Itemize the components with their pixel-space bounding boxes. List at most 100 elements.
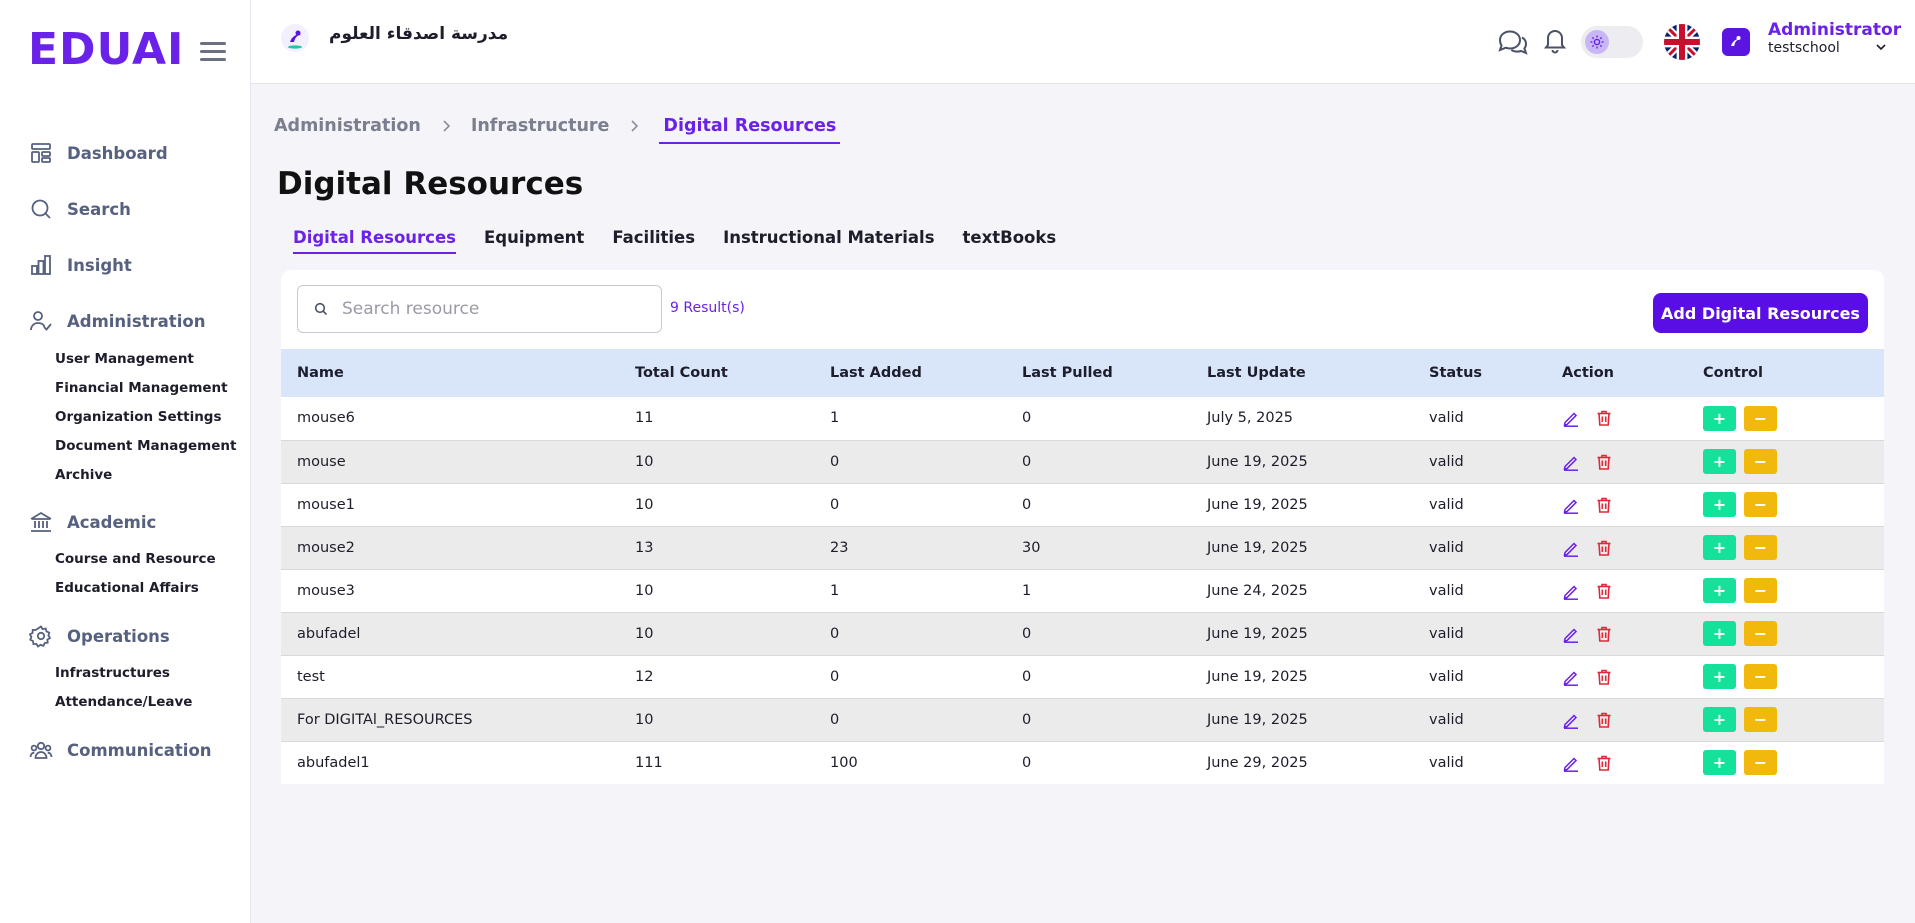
cell-last-update: June 19, 2025	[1207, 453, 1308, 470]
increment-button[interactable]: +	[1703, 664, 1736, 689]
cell-control: + −	[1703, 483, 1884, 526]
search-input[interactable]	[342, 296, 642, 322]
column-header-last-added[interactable]: Last Added	[830, 349, 1022, 397]
column-header-last-update[interactable]: Last Update	[1207, 349, 1429, 397]
cell-total-count: 10	[635, 496, 654, 513]
edit-icon[interactable]	[1562, 539, 1580, 557]
chat-icon[interactable]	[1496, 26, 1530, 58]
edit-icon[interactable]	[1562, 409, 1580, 428]
search-field[interactable]	[297, 285, 662, 333]
decrement-button[interactable]: −	[1744, 664, 1777, 689]
cell-status: valid	[1429, 496, 1464, 513]
menu-toggle-button[interactable]	[200, 42, 226, 62]
delete-icon[interactable]	[1595, 711, 1613, 729]
increment-button[interactable]: +	[1703, 492, 1736, 517]
decrement-button[interactable]: −	[1744, 405, 1777, 431]
cell-total-count: 10	[635, 582, 654, 599]
table-row[interactable]: abufadel 10 0 0 June 19, 2025 valid + −	[281, 612, 1884, 655]
avatar-icon[interactable]	[1722, 28, 1750, 56]
user-name[interactable]: Administrator	[1768, 20, 1901, 40]
table-row[interactable]: mouse1 10 0 0 June 19, 2025 valid + −	[281, 483, 1884, 526]
uk-flag-icon[interactable]	[1664, 24, 1700, 60]
sidebar-sub-attendance-leave[interactable]: Attendance/Leave	[55, 694, 192, 710]
sidebar-sub-user-management[interactable]: User Management	[55, 351, 194, 367]
increment-button[interactable]: +	[1703, 578, 1736, 603]
sidebar-item-insight[interactable]: Insight	[0, 253, 251, 277]
edit-icon[interactable]	[1562, 711, 1580, 729]
edit-icon[interactable]	[1562, 754, 1580, 772]
breadcrumb-infrastructure[interactable]: Infrastructure	[471, 116, 610, 136]
table-row[interactable]: test 12 0 0 June 19, 2025 valid + −	[281, 655, 1884, 698]
decrement-button[interactable]: −	[1744, 578, 1777, 603]
column-header-status[interactable]: Status	[1429, 349, 1562, 397]
delete-icon[interactable]	[1595, 754, 1613, 772]
app-logo[interactable]: EDUAI	[28, 26, 184, 74]
sidebar-sub-organization-settings[interactable]: Organization Settings	[55, 409, 222, 425]
increment-button[interactable]: +	[1703, 405, 1736, 431]
breadcrumb: Administration Infrastructure Digital Re…	[274, 110, 841, 144]
column-header-last-pulled[interactable]: Last Pulled	[1022, 349, 1207, 397]
dashboard-icon	[31, 143, 51, 163]
sidebar-sub-financial-management[interactable]: Financial Management	[55, 380, 228, 396]
cell-control: + −	[1703, 526, 1884, 569]
delete-icon[interactable]	[1595, 496, 1613, 514]
table-row[interactable]: mouse6 11 1 0 July 5, 2025 valid + −	[281, 397, 1884, 440]
edit-icon[interactable]	[1562, 625, 1580, 643]
decrement-button[interactable]: −	[1744, 621, 1777, 646]
search-icon	[31, 199, 51, 219]
delete-icon[interactable]	[1595, 582, 1613, 600]
table-row[interactable]: mouse3 10 1 1 June 24, 2025 valid + −	[281, 569, 1884, 612]
sidebar-item-communication[interactable]: Communication	[0, 738, 251, 762]
sidebar-sub-infrastructures[interactable]: Infrastructures	[55, 665, 170, 681]
sidebar-item-operations[interactable]: Operations	[0, 624, 251, 648]
cell-total-count: 10	[635, 625, 654, 642]
sidebar-sub-archive[interactable]: Archive	[55, 467, 112, 483]
sidebar-item-search[interactable]: Search	[0, 197, 251, 221]
tab-digital-resources[interactable]: Digital Resources	[293, 228, 456, 254]
table-row[interactable]: mouse2 13 23 30 June 19, 2025 valid + −	[281, 526, 1884, 569]
bell-icon[interactable]	[1543, 26, 1567, 54]
edit-icon[interactable]	[1562, 668, 1580, 686]
increment-button[interactable]: +	[1703, 535, 1736, 560]
cell-last-pulled: 0	[1022, 754, 1032, 771]
tab-facilities[interactable]: Facilities	[612, 228, 695, 254]
breadcrumb-administration[interactable]: Administration	[274, 116, 421, 136]
edit-icon[interactable]	[1562, 582, 1580, 600]
chevron-down-icon[interactable]	[1875, 42, 1887, 52]
decrement-button[interactable]: −	[1744, 707, 1777, 732]
add-digital-resources-button[interactable]: Add Digital Resources	[1653, 293, 1868, 333]
increment-button[interactable]: +	[1703, 707, 1736, 732]
tab-instructional-materials[interactable]: Instructional Materials	[723, 228, 934, 254]
edit-icon[interactable]	[1562, 453, 1580, 471]
increment-button[interactable]: +	[1703, 621, 1736, 646]
decrement-button[interactable]: −	[1744, 449, 1777, 474]
increment-button[interactable]: +	[1703, 449, 1736, 474]
delete-icon[interactable]	[1595, 453, 1613, 471]
delete-icon[interactable]	[1595, 409, 1613, 427]
sidebar-sub-educational-affairs[interactable]: Educational Affairs	[55, 580, 199, 596]
column-header-total-count[interactable]: Total Count	[635, 349, 830, 397]
sidebar-item-administration[interactable]: Administration	[0, 309, 251, 333]
column-header-name[interactable]: Name	[281, 349, 635, 397]
sidebar-item-academic[interactable]: Academic	[0, 510, 251, 534]
theme-toggle[interactable]	[1581, 26, 1643, 58]
breadcrumb-digital-resources[interactable]: Digital Resources	[659, 116, 841, 144]
sidebar-sub-document-management[interactable]: Document Management	[55, 438, 236, 454]
delete-icon[interactable]	[1595, 625, 1613, 643]
cell-last-added: 0	[830, 711, 840, 728]
sidebar-sub-course-and-resource[interactable]: Course and Resource	[55, 551, 216, 567]
edit-icon[interactable]	[1562, 496, 1580, 514]
table-row[interactable]: For DIGITAl_RESOURCES 10 0 0 June 19, 20…	[281, 698, 1884, 741]
delete-icon[interactable]	[1595, 539, 1613, 557]
decrement-button[interactable]: −	[1744, 535, 1777, 560]
table-header-row: Name Total Count Last Added Last Pulled …	[281, 349, 1884, 397]
tab-equipment[interactable]: Equipment	[484, 228, 584, 254]
delete-icon[interactable]	[1595, 668, 1613, 686]
sidebar-item-dashboard[interactable]: Dashboard	[0, 141, 251, 165]
table-row[interactable]: mouse 10 0 0 June 19, 2025 valid + −	[281, 440, 1884, 483]
table-row[interactable]: abufadel1 111 100 0 June 29, 2025 valid …	[281, 741, 1884, 784]
decrement-button[interactable]: −	[1744, 492, 1777, 517]
increment-button[interactable]: +	[1703, 750, 1736, 776]
tab-textbooks[interactable]: textBooks	[963, 228, 1057, 254]
decrement-button[interactable]: −	[1744, 750, 1777, 776]
